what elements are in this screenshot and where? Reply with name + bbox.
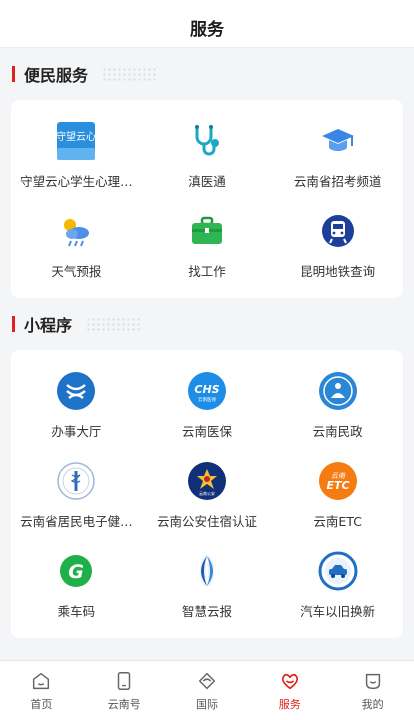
tab-international[interactable]: 国际 xyxy=(166,661,249,720)
decorative-dots xyxy=(102,67,157,81)
tab-label: 我的 xyxy=(361,697,384,711)
tile-label: 乘车码 xyxy=(57,604,96,619)
service-tile-metro[interactable]: 昆明地铁查询 xyxy=(272,200,403,290)
tile-label: 云南ETC xyxy=(313,514,362,529)
tile-label: 滇医通 xyxy=(188,174,226,189)
service-hall-icon xyxy=(55,370,97,412)
police-badge-icon: 云南公安 xyxy=(186,460,228,502)
icon-badge-subtext: 云南医保 xyxy=(198,396,216,403)
service-tile-weather[interactable]: 天气预报 xyxy=(11,200,142,290)
car-trade-in-icon xyxy=(317,550,359,592)
service-tile-dianyitong[interactable]: 滇医通 xyxy=(142,110,273,200)
tile-label: 办事大厅 xyxy=(51,424,102,439)
section-header-mini-programs: 小程序 xyxy=(0,298,414,350)
tile-label: 云南医保 xyxy=(181,424,232,439)
ride-code-icon: G xyxy=(55,550,97,592)
tile-label: 智慧云报 xyxy=(181,604,232,619)
icon-badge-text: CHS xyxy=(194,383,219,396)
icon-badge-text: ETC xyxy=(326,479,349,492)
weather-icon xyxy=(55,210,97,252)
tab-label: 服务 xyxy=(278,697,301,711)
mini-program-civil-affairs[interactable]: 云南民政 xyxy=(272,360,403,450)
tab-profile[interactable]: 我的 xyxy=(331,661,414,720)
mini-program-service-hall[interactable]: 办事大厅 xyxy=(11,360,142,450)
metro-icon xyxy=(317,210,359,252)
stethoscope-icon xyxy=(186,120,228,162)
briefcase-icon xyxy=(186,210,228,252)
section-accent-bar xyxy=(12,66,15,82)
decorative-dots xyxy=(86,317,141,331)
health-card-icon xyxy=(55,460,97,502)
section-title: 便民服务 xyxy=(24,66,89,85)
mini-program-health-card[interactable]: 云南省居民电子健… xyxy=(11,450,142,540)
status-bar xyxy=(0,0,414,8)
section-accent-bar xyxy=(12,316,15,332)
service-tile-exam-channel[interactable]: 云南省招考频道 xyxy=(272,110,403,200)
section-header-convenience: 便民服务 xyxy=(0,48,414,100)
tile-label: 守望云心学生心理… xyxy=(20,174,133,189)
mini-program-yunnan-etc[interactable]: 云南 ETC 云南ETC xyxy=(272,450,403,540)
mini-program-police-lodging[interactable]: 云南公安 云南公安住宿认证 xyxy=(142,450,273,540)
yunnan-hao-icon xyxy=(117,671,131,690)
medical-insurance-icon: CHS 云南医保 xyxy=(186,370,228,412)
page-title: 服务 xyxy=(190,20,224,40)
yunbao-icon xyxy=(186,550,228,592)
shouwang-yunxin-icon: 守望云心 xyxy=(55,120,97,162)
tile-label: 云南民政 xyxy=(312,424,363,439)
tab-label: 首页 xyxy=(30,697,53,711)
mini-program-car-trade-in[interactable]: 汽车以旧换新 xyxy=(272,540,403,630)
service-heart-icon xyxy=(281,673,298,689)
mini-programs-card: 办事大厅 CHS 云南医保 云南医保 云南民政 云南省居民电子健… 云南公安 云… xyxy=(11,350,403,638)
service-tile-job[interactable]: 找工作 xyxy=(142,200,273,290)
icon-badge-text: 守望云心 xyxy=(56,130,96,143)
civil-affairs-icon xyxy=(317,370,359,412)
etc-icon: 云南 ETC xyxy=(317,460,359,502)
tile-label: 天气预报 xyxy=(51,264,102,279)
international-icon xyxy=(198,672,216,689)
tab-home[interactable]: 首页 xyxy=(0,661,83,720)
convenience-services-card: 守望云心 守望云心学生心理… 滇医通 云南省招考频道 天气预报 找工作 昆明地铁… xyxy=(11,100,403,298)
service-content[interactable]: 便民服务 守望云心 守望云心学生心理… 滇医通 云南省招考频道 天气预报 找工作… xyxy=(0,48,414,660)
tab-yunnan-hao[interactable]: 云南号 xyxy=(83,661,166,720)
mini-program-yunnan-medical-insurance[interactable]: CHS 云南医保 云南医保 xyxy=(142,360,273,450)
tab-label: 云南号 xyxy=(107,697,141,711)
icon-badge-text: G xyxy=(69,561,85,583)
tile-label: 汽车以旧换新 xyxy=(300,604,376,619)
profile-icon xyxy=(365,673,380,689)
mini-program-zhihui-yunbao[interactable]: 智慧云报 xyxy=(142,540,273,630)
home-icon xyxy=(33,672,50,689)
tile-label: 昆明地铁查询 xyxy=(300,264,376,279)
service-tile-shouwang[interactable]: 守望云心 守望云心学生心理… xyxy=(11,110,142,200)
tile-label: 找工作 xyxy=(188,264,226,279)
bottom-tab-bar: 首页 云南号 国际 服务 我的 xyxy=(0,660,414,720)
tile-label: 云南省居民电子健… xyxy=(20,514,133,529)
tab-label: 国际 xyxy=(195,697,218,711)
tile-label: 云南公安住宿认证 xyxy=(156,514,257,529)
section-title: 小程序 xyxy=(24,316,73,335)
page-header: 服务 xyxy=(0,8,414,48)
icon-badge-subtext: 云南公安 xyxy=(199,490,215,496)
mini-program-ride-code[interactable]: G 乘车码 xyxy=(11,540,142,630)
tile-label: 云南省招考频道 xyxy=(293,174,382,189)
tab-service[interactable]: 服务 xyxy=(248,661,331,720)
graduation-cap-icon xyxy=(317,120,359,162)
